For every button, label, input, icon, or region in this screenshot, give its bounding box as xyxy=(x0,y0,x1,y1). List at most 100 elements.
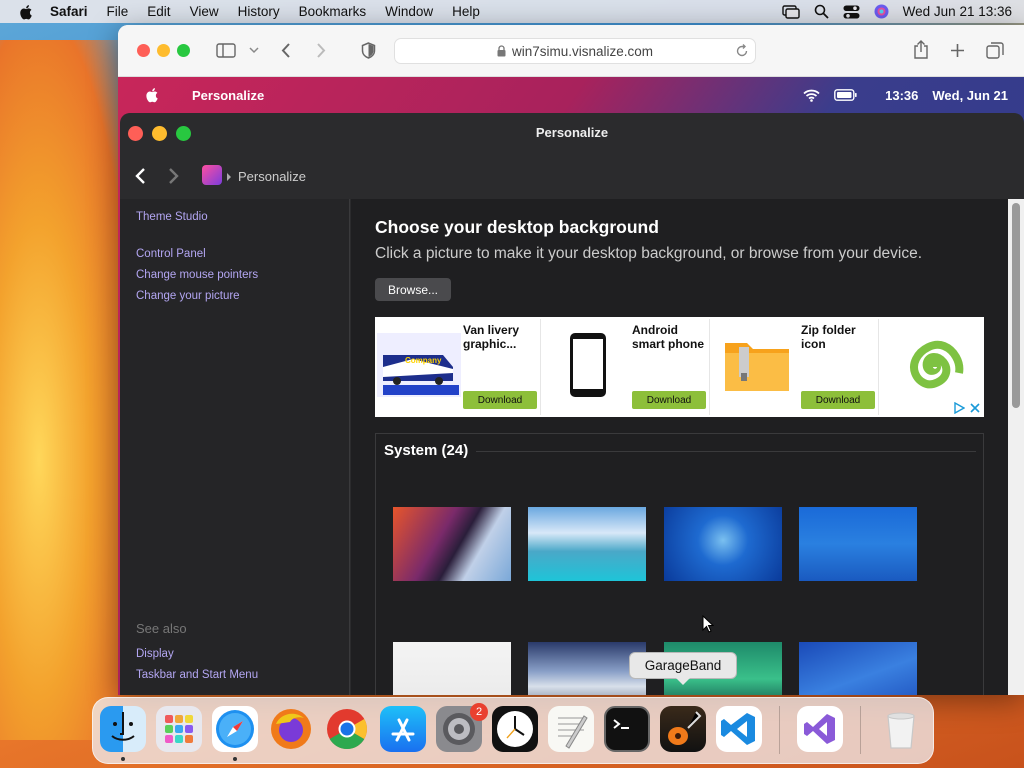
ad-download-button[interactable]: Download xyxy=(801,391,875,409)
share-icon[interactable] xyxy=(913,40,929,59)
dock-separator xyxy=(860,706,861,754)
personalize-app-icon xyxy=(202,165,222,185)
simulated-app-title: Personalize xyxy=(192,88,265,103)
spotlight-search-icon[interactable] xyxy=(814,4,829,19)
sidebar-link-taskbar[interactable]: Taskbar and Start Menu xyxy=(136,669,258,681)
group-title: System (24) xyxy=(384,442,477,459)
zoom-window-button[interactable] xyxy=(177,44,190,57)
sidebar-link-display[interactable]: Display xyxy=(136,648,174,660)
menu-bookmarks[interactable]: Bookmarks xyxy=(299,4,367,19)
close-ad-icon[interactable] xyxy=(969,402,981,414)
desktop-wallpaper xyxy=(0,40,130,740)
advertisement-strip: Company Van livery graphic... Download A… xyxy=(375,317,984,417)
terminal-icon xyxy=(613,719,629,729)
dock-textedit[interactable] xyxy=(548,706,594,752)
page-title: Choose your desktop background xyxy=(375,217,659,237)
safari-toolbar: win7simu.visnalize.com xyxy=(118,25,1024,77)
adchoices-icon[interactable] xyxy=(953,402,965,414)
group-divider xyxy=(476,451,976,452)
back-arrow-icon[interactable] xyxy=(134,167,146,185)
dock-separator xyxy=(779,706,780,754)
chrome-icon xyxy=(327,709,367,749)
wallpaper-thumbnail[interactable] xyxy=(799,642,917,695)
running-indicator xyxy=(233,757,237,761)
sidebar-link-change-picture[interactable]: Change your picture xyxy=(136,290,240,302)
scrollbar[interactable] xyxy=(1008,199,1024,695)
smartphone-thumbnail xyxy=(546,333,630,397)
ad-title[interactable]: Zip folder icon xyxy=(801,323,877,351)
see-also-heading: See also xyxy=(136,621,187,636)
menu-window[interactable]: Window xyxy=(385,4,433,19)
reload-icon[interactable] xyxy=(735,44,749,58)
ad-card[interactable]: Android smart phone Download xyxy=(544,319,710,415)
dock-app-store[interactable] xyxy=(380,706,426,752)
apple-menu-icon[interactable] xyxy=(18,4,36,20)
new-tab-icon[interactable] xyxy=(950,43,965,58)
dock-trash[interactable] xyxy=(878,706,924,752)
menubar-clock[interactable]: Wed Jun 21 13:36 xyxy=(903,4,1012,19)
firefox-icon xyxy=(271,709,311,749)
menu-edit[interactable]: Edit xyxy=(147,4,170,19)
sidebar-link-control-panel[interactable]: Control Panel xyxy=(136,248,206,260)
browse-button[interactable]: Browse... xyxy=(375,278,451,301)
vscode-icon xyxy=(721,713,755,745)
close-window-button[interactable] xyxy=(137,44,150,57)
web-page: Personalize 13:36 Wed, Jun 21 Personaliz… xyxy=(118,77,1024,695)
siri-icon[interactable] xyxy=(874,4,889,19)
dock-vscode[interactable] xyxy=(716,706,762,752)
apple-logo-icon[interactable] xyxy=(146,87,160,103)
ad-download-button[interactable]: Download xyxy=(632,391,706,409)
simulated-date: Wed, Jun 21 xyxy=(932,87,1008,103)
dock-safari[interactable] xyxy=(212,706,258,752)
scrollbar-thumb[interactable] xyxy=(1012,203,1020,408)
wifi-icon[interactable] xyxy=(803,89,820,102)
finder-icon xyxy=(111,712,135,741)
control-center-icon[interactable] xyxy=(843,5,860,19)
ad-card[interactable]: Company Van livery graphic... Download xyxy=(375,319,541,415)
dock-firefox[interactable] xyxy=(268,706,314,752)
tab-overview-icon[interactable] xyxy=(986,42,1004,59)
dock-chrome[interactable] xyxy=(324,706,370,752)
ad-download-button[interactable]: Download xyxy=(463,391,537,409)
wallpaper-thumbnail[interactable] xyxy=(393,642,511,695)
wallpaper-thumbnail[interactable] xyxy=(664,507,782,581)
dock-tooltip: GarageBand xyxy=(629,652,737,679)
simulated-menubar: Personalize 13:36 Wed, Jun 21 xyxy=(118,77,1024,113)
dock-finder[interactable] xyxy=(100,706,146,752)
breadcrumb-personalize[interactable]: Personalize xyxy=(238,169,306,184)
launchpad-icon xyxy=(165,715,193,743)
personalize-window: Personalize Personalize Theme Studio Con… xyxy=(120,113,1024,695)
zip-folder-thumbnail xyxy=(715,333,799,397)
wallpaper-thumbnail[interactable] xyxy=(528,507,646,581)
textedit-icon xyxy=(558,715,588,749)
menu-file[interactable]: File xyxy=(107,4,129,19)
wallpaper-thumbnail[interactable] xyxy=(799,507,917,581)
sidebar-toggle-icon[interactable] xyxy=(216,43,236,58)
dock-clock[interactable] xyxy=(492,706,538,752)
sidebar-link-mouse-pointers[interactable]: Change mouse pointers xyxy=(136,269,258,281)
chevron-down-icon[interactable] xyxy=(249,47,259,54)
wallpaper-thumbnail[interactable] xyxy=(393,507,511,581)
dock-visual-studio[interactable] xyxy=(797,706,843,752)
forward-arrow-icon[interactable] xyxy=(168,167,180,185)
ad-title[interactable]: Van livery graphic... xyxy=(463,323,539,351)
menu-history[interactable]: History xyxy=(238,4,280,19)
address-bar[interactable]: win7simu.visnalize.com xyxy=(394,38,756,64)
forward-arrow-icon[interactable] xyxy=(315,42,327,59)
sidebar-link-theme-studio[interactable]: Theme Studio xyxy=(136,211,208,223)
menu-view[interactable]: View xyxy=(190,4,219,19)
minimize-window-button[interactable] xyxy=(157,44,170,57)
running-indicator xyxy=(121,757,125,761)
menu-app-name[interactable]: Safari xyxy=(50,4,88,19)
simulated-time: 13:36 xyxy=(885,87,919,103)
privacy-shield-icon[interactable] xyxy=(361,42,376,59)
screen-mirroring-icon[interactable] xyxy=(781,4,800,19)
battery-icon[interactable] xyxy=(834,89,857,101)
menu-help[interactable]: Help xyxy=(452,4,480,19)
dock-launchpad[interactable] xyxy=(156,706,202,752)
dock-terminal[interactable] xyxy=(604,706,650,752)
back-arrow-icon[interactable] xyxy=(280,42,292,59)
ad-card[interactable]: Zip folder icon Download xyxy=(713,319,879,415)
dock-garageband[interactable] xyxy=(660,706,706,752)
ad-title[interactable]: Android smart phone xyxy=(632,323,708,351)
